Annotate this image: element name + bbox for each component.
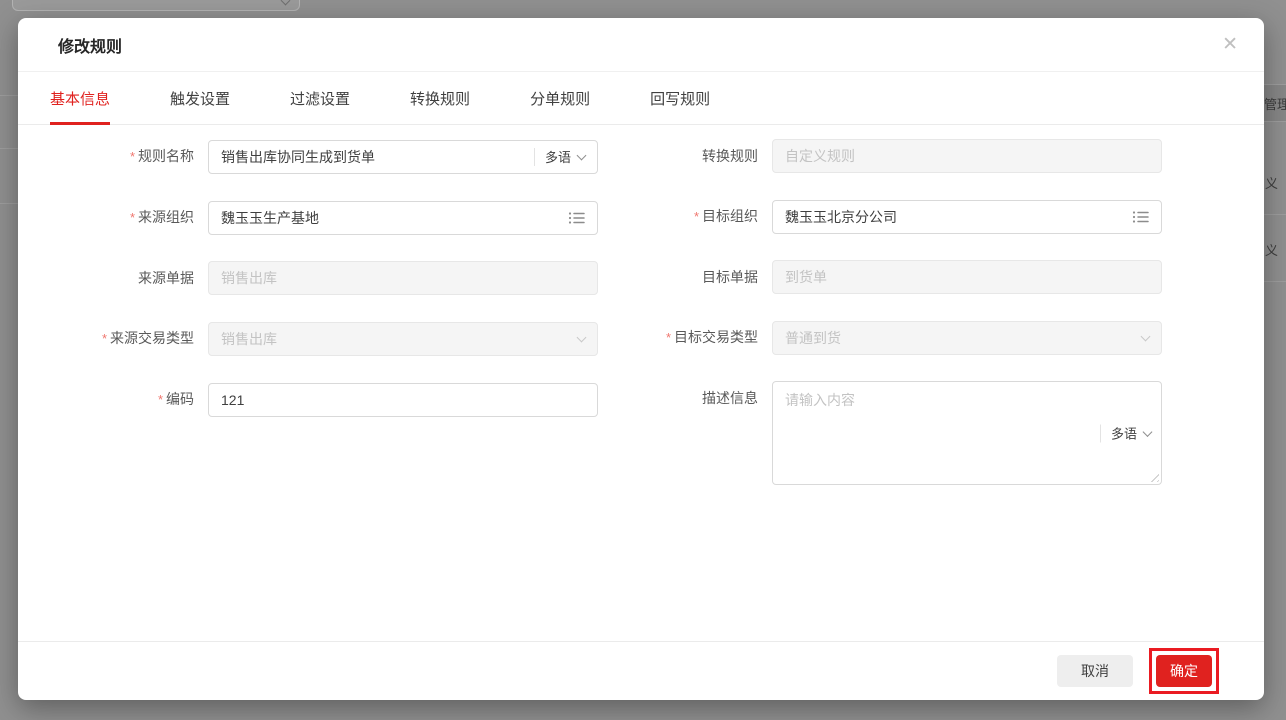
target-doc-input: [785, 269, 1149, 285]
screen: 管理 义 义 修改规则 ✕ 基本信息 触发设置 过滤设置 转换规则 分单规则 回…: [0, 0, 1286, 720]
divider: [534, 148, 535, 166]
source-org-label: *来源组织: [58, 200, 208, 235]
source-trans-type-select: [208, 322, 598, 356]
source-org-input[interactable]: [221, 210, 568, 226]
tab-split-rules[interactable]: 分单规则: [530, 72, 590, 124]
tab-conversion-rules[interactable]: 转换规则: [410, 72, 470, 124]
rule-name-input[interactable]: [221, 149, 534, 165]
rule-name-label: *规则名称: [58, 139, 208, 174]
code-label: *编码: [58, 382, 208, 417]
confirm-button[interactable]: 确定: [1156, 655, 1212, 687]
conversion-rule-field: [772, 139, 1162, 173]
field-row: 来源单据: [58, 261, 598, 295]
target-doc-label: 目标单据: [618, 260, 772, 294]
description-field: 多语: [772, 381, 1162, 485]
chevron-down-icon: [281, 0, 291, 5]
form-area: *规则名称 多语 *来源组织: [18, 125, 1264, 511]
edit-rule-dialog: 修改规则 ✕ 基本信息 触发设置 过滤设置 转换规则 分单规则 回写规则 *规则…: [18, 18, 1264, 700]
conversion-rule-label: 转换规则: [618, 139, 772, 173]
source-org-field: [208, 201, 598, 235]
source-trans-type-value: [221, 331, 578, 347]
field-row: *编码: [58, 382, 598, 417]
required-asterisk: *: [666, 330, 671, 345]
required-asterisk: *: [102, 331, 107, 346]
confirm-highlight-annotation: 确定: [1149, 648, 1219, 694]
target-org-label: *目标组织: [618, 199, 772, 234]
dialog-footer: 取消 确定: [18, 641, 1264, 700]
rule-name-lang-dropdown[interactable]: 多语: [534, 147, 585, 166]
background-table-edge: 管理 义 义: [1264, 0, 1286, 720]
required-asterisk: *: [694, 209, 699, 224]
lang-label: 多语: [1111, 424, 1137, 443]
chevron-down-icon: [577, 332, 587, 342]
background-row-divider: [1264, 281, 1286, 282]
background-row-divider: [0, 95, 18, 96]
cancel-button[interactable]: 取消: [1057, 655, 1133, 687]
divider: [1100, 424, 1101, 442]
source-doc-label: 来源单据: [58, 261, 208, 295]
source-doc-input: [221, 270, 585, 286]
target-trans-type-select: [772, 321, 1162, 355]
background-cell-fragment: 义: [1265, 240, 1278, 259]
target-org-field: [772, 200, 1162, 234]
lang-label: 多语: [545, 147, 571, 166]
dialog-header: 修改规则 ✕: [18, 18, 1264, 72]
tab-filter-settings[interactable]: 过滤设置: [290, 72, 350, 124]
reference-list-icon[interactable]: [568, 211, 585, 225]
background-cell-fragment: 义: [1265, 173, 1278, 192]
background-row-divider: [0, 203, 18, 204]
reference-list-icon[interactable]: [1132, 210, 1149, 224]
field-row: 目标单据: [618, 260, 1178, 294]
field-row: 描述信息 多语: [618, 381, 1178, 485]
required-asterisk: *: [158, 392, 163, 407]
source-doc-field: [208, 261, 598, 295]
close-icon[interactable]: ✕: [1222, 35, 1238, 54]
target-org-input[interactable]: [785, 209, 1132, 225]
dialog-title: 修改规则: [58, 33, 122, 57]
chevron-down-icon: [577, 150, 587, 160]
field-row: *规则名称 多语: [58, 139, 598, 174]
field-row: 转换规则: [618, 139, 1178, 173]
chevron-down-icon: [1141, 331, 1151, 341]
source-trans-type-label: *来源交易类型: [58, 321, 208, 356]
tab-trigger-settings[interactable]: 触发设置: [170, 72, 230, 124]
required-asterisk: *: [130, 210, 135, 225]
background-header-fragment: 管理: [1264, 94, 1286, 113]
code-field: [208, 383, 598, 417]
target-trans-type-label: *目标交易类型: [618, 320, 772, 355]
chevron-down-icon: [1143, 427, 1153, 437]
conversion-rule-input: [785, 148, 1149, 164]
rule-name-field: 多语: [208, 140, 598, 174]
tab-basic-info[interactable]: 基本信息: [50, 72, 110, 124]
description-label: 描述信息: [618, 381, 772, 415]
background-row-divider: [0, 148, 18, 149]
field-row: *来源组织: [58, 200, 598, 235]
code-input[interactable]: [221, 392, 585, 408]
tab-writeback-rules[interactable]: 回写规则: [650, 72, 710, 124]
tab-bar: 基本信息 触发设置 过滤设置 转换规则 分单规则 回写规则: [18, 72, 1264, 125]
description-lang-dropdown[interactable]: 多语: [1100, 424, 1151, 443]
background-row-divider: [1264, 214, 1286, 215]
background-select-fragment: [12, 0, 300, 11]
target-trans-type-value: [785, 330, 1142, 346]
field-row: *来源交易类型: [58, 321, 598, 356]
field-row: *目标组织: [618, 199, 1178, 234]
target-doc-field: [772, 260, 1162, 294]
required-asterisk: *: [130, 149, 135, 164]
field-row: *目标交易类型: [618, 320, 1178, 355]
